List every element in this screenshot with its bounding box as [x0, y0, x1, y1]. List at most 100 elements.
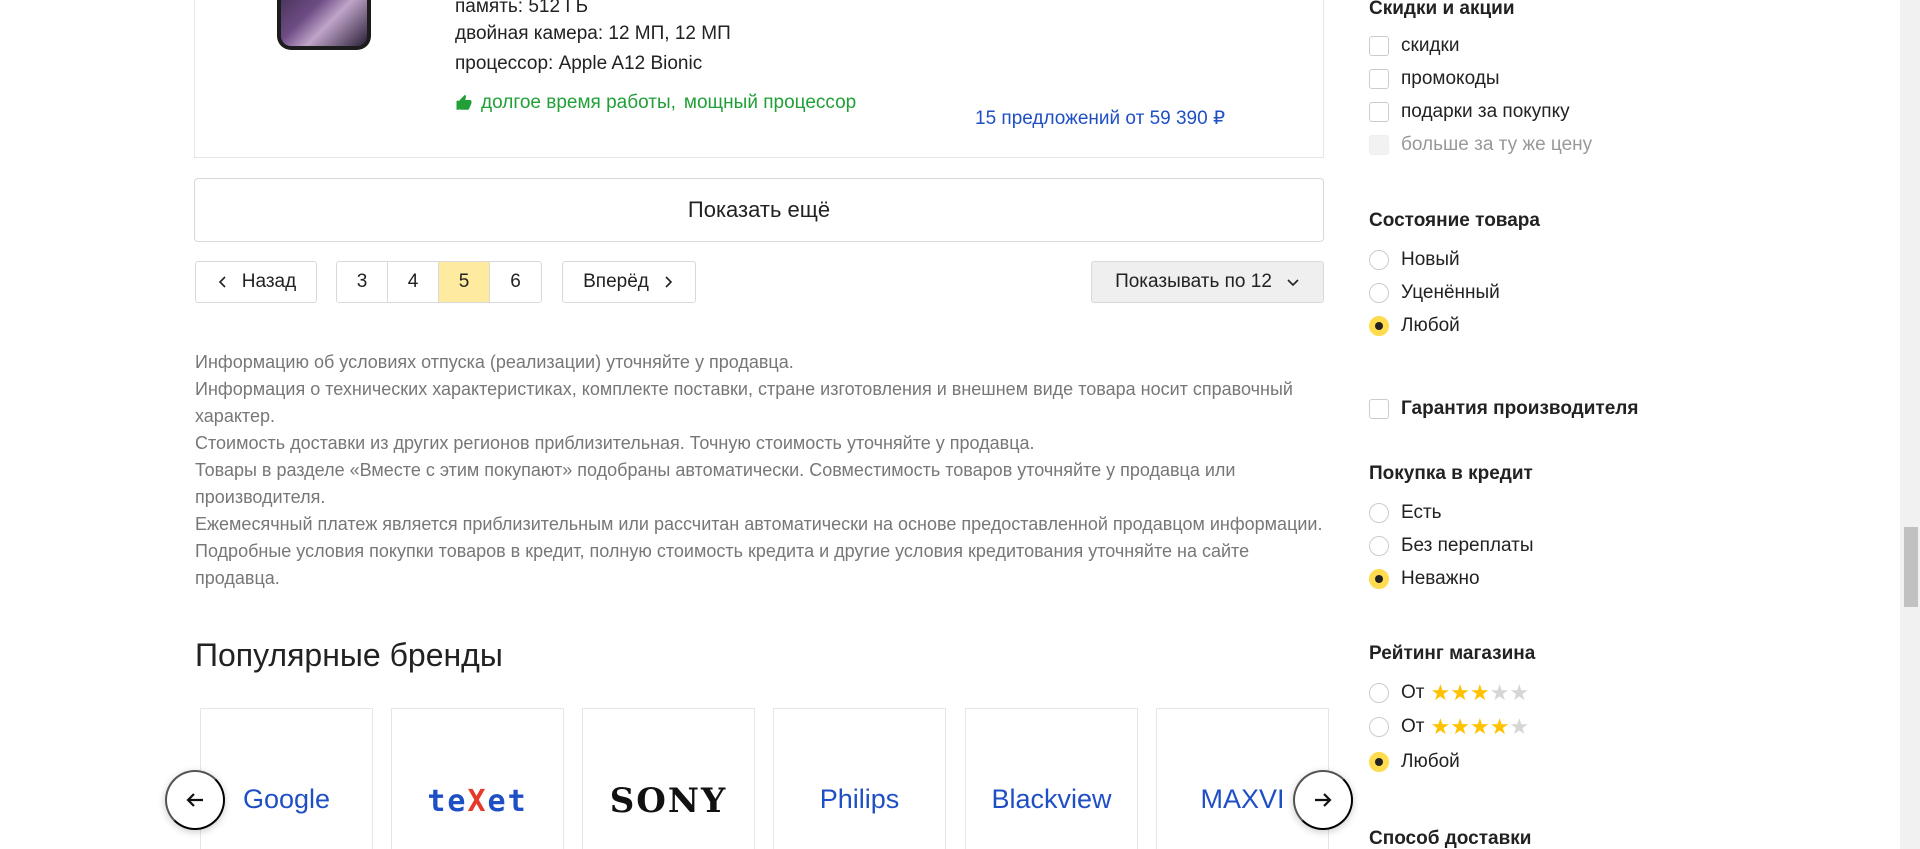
- option-label: Уценённый: [1401, 282, 1500, 303]
- page-number[interactable]: 3: [337, 262, 388, 302]
- filter-option-warranty[interactable]: Гарантия производителя: [1369, 398, 1638, 420]
- chevron-left-icon: [218, 276, 226, 288]
- show-more-button[interactable]: Показать ещё: [194, 178, 1324, 242]
- checkbox[interactable]: [1369, 399, 1389, 419]
- spec-camera: двойная камера: 12 МП, 12 МП: [455, 23, 731, 44]
- legal-disclaimer: Информацию об условиях отпуска (реализац…: [195, 349, 1325, 592]
- prev-page-label: Назад: [241, 271, 297, 292]
- option-label: подарки за покупку: [1401, 101, 1570, 122]
- brand-card-philips[interactable]: Philips: [773, 708, 946, 849]
- product-pros: долгое время работы, мощный процессор: [455, 92, 856, 114]
- radio[interactable]: [1369, 683, 1389, 703]
- disclaimer-line: Информацию об условиях отпуска (реализац…: [195, 352, 794, 372]
- page-number-current[interactable]: 5: [439, 262, 490, 302]
- chevron-down-icon: [1287, 279, 1299, 287]
- filter-option-more-for-same-price: больше за ту же цену: [1369, 134, 1592, 156]
- option-label: От: [1401, 682, 1425, 703]
- filter-option-any-condition[interactable]: Любой: [1369, 315, 1460, 337]
- arrow-right-icon: [1315, 793, 1332, 807]
- checkbox[interactable]: [1369, 102, 1389, 122]
- brand-card-blackview[interactable]: Blackview: [965, 708, 1138, 849]
- disclaimer-line: Стоимость доставки из других регионов пр…: [195, 433, 1035, 453]
- filter-title-condition: Состояние товара: [1369, 210, 1540, 231]
- filter-option-new[interactable]: Новый: [1369, 249, 1460, 271]
- filter-title-rating: Рейтинг магазина: [1369, 643, 1536, 664]
- radio[interactable]: [1369, 717, 1389, 737]
- option-label: Гарантия производителя: [1401, 398, 1639, 419]
- thumbs-up-icon: [456, 94, 472, 110]
- star-icon: ★: [1469, 714, 1490, 739]
- scrollbar-thumb[interactable]: [1904, 527, 1918, 607]
- brand-card-sony[interactable]: SONY: [582, 708, 755, 849]
- chevron-right-icon: [665, 276, 673, 288]
- star-icon: ★: [1489, 680, 1510, 705]
- product-image[interactable]: [277, 0, 371, 50]
- page-scrollbar[interactable]: [1900, 0, 1920, 849]
- pros-item[interactable]: мощный процессор: [684, 92, 856, 114]
- option-label: промокоды: [1401, 68, 1500, 89]
- spec-memory: память: 512 ГБ: [455, 0, 589, 17]
- brands-next-button[interactable]: [1293, 770, 1353, 830]
- option-label: Без переплаты: [1401, 535, 1534, 556]
- filter-option-gifts[interactable]: подарки за покупку: [1369, 101, 1570, 123]
- per-page-label: Показывать по 12: [1115, 271, 1272, 292]
- pros-separator: ,: [670, 92, 676, 113]
- checkbox[interactable]: [1369, 69, 1389, 89]
- disclaimer-line: Товары в разделе «Вместе с этим покупают…: [195, 460, 1236, 507]
- checkbox[interactable]: [1369, 36, 1389, 56]
- disclaimer-line: Информация о технических характеристиках…: [195, 379, 1293, 426]
- option-label: Любой: [1401, 751, 1460, 772]
- offers-link[interactable]: 15 предложений от 59 390 ₽: [975, 107, 1225, 130]
- radio-checked[interactable]: [1369, 569, 1389, 589]
- option-label: Есть: [1401, 502, 1442, 523]
- option-label: больше за ту же цену: [1401, 134, 1593, 155]
- radio[interactable]: [1369, 283, 1389, 303]
- filter-option-credit-yes[interactable]: Есть: [1369, 502, 1442, 524]
- brand-card-texet[interactable]: teXet: [391, 708, 564, 849]
- checkbox-disabled: [1369, 135, 1389, 155]
- option-label: Любой: [1401, 315, 1460, 336]
- filter-option-rating-any[interactable]: Любой: [1369, 751, 1460, 773]
- star-icon: ★: [1509, 714, 1530, 739]
- prev-page-button[interactable]: Назад: [195, 261, 317, 303]
- filter-option-discounted[interactable]: Уценённый: [1369, 282, 1500, 304]
- star-icon: ★: [1509, 680, 1530, 705]
- product-card: память: 512 ГБ двойная камера: 12 МП, 12…: [194, 0, 1324, 158]
- next-page-label: Вперёд: [583, 271, 649, 292]
- brands-prev-button[interactable]: [165, 770, 225, 830]
- texet-logo: teXet: [427, 784, 528, 819]
- star-icon: ★: [1430, 714, 1451, 739]
- brand-card-google[interactable]: Google: [200, 708, 373, 849]
- star-icon: ★: [1430, 680, 1451, 705]
- option-label: Новый: [1401, 249, 1460, 270]
- star-icon: ★: [1469, 680, 1490, 705]
- filter-title-credit: Покупка в кредит: [1369, 463, 1533, 484]
- radio[interactable]: [1369, 503, 1389, 523]
- arrow-left-icon: [186, 793, 203, 807]
- radio-checked[interactable]: [1369, 316, 1389, 336]
- per-page-select[interactable]: Показывать по 12: [1091, 261, 1324, 303]
- radio[interactable]: [1369, 250, 1389, 270]
- filter-title-delivery: Способ доставки: [1369, 828, 1532, 849]
- popular-brands-title: Популярные бренды: [195, 637, 503, 673]
- spec-cpu: процессор: Apple A12 Bionic: [455, 53, 703, 74]
- star-icon: ★: [1489, 714, 1510, 739]
- page-number[interactable]: 4: [388, 262, 439, 302]
- star-icon: ★: [1450, 714, 1470, 739]
- page-number[interactable]: 6: [490, 262, 541, 302]
- page-numbers: 3 4 5 6: [336, 261, 542, 303]
- pros-item[interactable]: долгое время работы: [481, 92, 671, 114]
- filter-option-discounts[interactable]: скидки: [1369, 35, 1459, 57]
- next-page-button[interactable]: Вперёд: [562, 261, 696, 303]
- radio[interactable]: [1369, 536, 1389, 556]
- filter-option-rating-3[interactable]: От ★ ★ ★ ★ ★: [1369, 682, 1529, 704]
- option-label: скидки: [1401, 35, 1460, 56]
- rating-stars-4: ★ ★ ★ ★ ★: [1430, 716, 1529, 738]
- disclaimer-line: Ежемесячный платеж является приблизитель…: [195, 514, 1323, 588]
- radio-checked[interactable]: [1369, 752, 1389, 772]
- filter-option-rating-4[interactable]: От ★ ★ ★ ★ ★: [1369, 716, 1529, 738]
- filter-option-credit-no-overpay[interactable]: Без переплаты: [1369, 535, 1533, 557]
- filter-option-promocodes[interactable]: промокоды: [1369, 68, 1499, 90]
- star-icon: ★: [1450, 680, 1470, 705]
- filter-option-credit-any[interactable]: Неважно: [1369, 568, 1480, 590]
